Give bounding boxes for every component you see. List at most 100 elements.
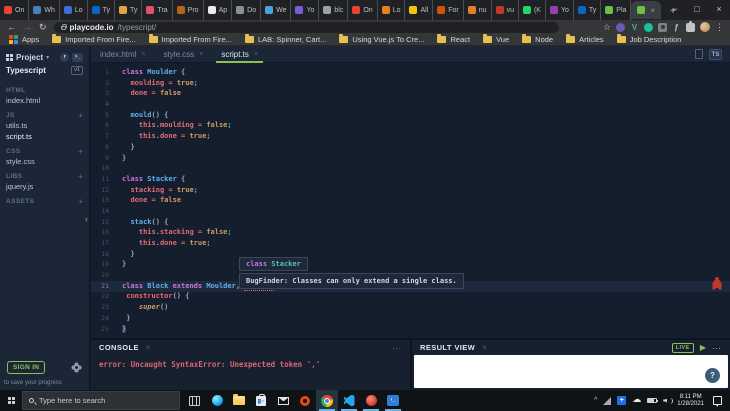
- file-item[interactable]: script.ts: [0, 130, 89, 141]
- console-menu-icon[interactable]: ⋯: [392, 343, 402, 352]
- bookmark-item[interactable]: Apps: [9, 35, 39, 44]
- taskbar-app-store[interactable]: [250, 390, 272, 411]
- bookmark-item[interactable]: LAB: Spinner, Cart...: [244, 34, 326, 44]
- taskbar-app-vscode[interactable]: [338, 390, 360, 411]
- vue-devtools-icon[interactable]: V: [630, 23, 639, 32]
- taskbar-search[interactable]: Type here to search: [22, 391, 180, 410]
- browser-tab[interactable]: blc: [319, 0, 349, 20]
- taskbar-app-explorer[interactable]: [228, 390, 250, 411]
- browser-menu-icon[interactable]: ⋮: [715, 22, 724, 33]
- browser-tab[interactable]: On: [348, 0, 378, 20]
- minimize-button[interactable]: −: [664, 0, 686, 20]
- network-icon[interactable]: [603, 396, 612, 405]
- file-item[interactable]: index.html: [0, 94, 89, 105]
- taskbar-app-office[interactable]: [294, 390, 316, 411]
- bugfinder-bug-icon[interactable]: [713, 277, 721, 288]
- editor-tab[interactable]: script.ts ×: [212, 46, 267, 63]
- onedrive-cloud-icon[interactable]: ☁: [632, 396, 641, 405]
- browser-tab[interactable]: Do: [232, 0, 262, 20]
- browser-tab[interactable]: Yo: [291, 0, 320, 20]
- version-badge[interactable]: v1: [71, 66, 83, 75]
- close-button[interactable]: ×: [708, 0, 730, 20]
- function-icon[interactable]: ƒ: [672, 23, 681, 32]
- bookmark-item[interactable]: Articles: [566, 34, 604, 44]
- live-badge[interactable]: LIVE: [671, 342, 694, 353]
- file-item[interactable]: style.css: [0, 155, 89, 166]
- taskbar-app-red-app[interactable]: [360, 390, 382, 411]
- browser-tab[interactable]: Ty: [88, 0, 116, 20]
- secure-lock-icon[interactable]: [60, 24, 67, 30]
- browser-tab[interactable]: Ty: [115, 0, 143, 20]
- help-button[interactable]: ?: [705, 368, 720, 383]
- browser-tab[interactable]: Pla: [601, 0, 632, 20]
- extensions-puzzle-icon[interactable]: [686, 20, 695, 32]
- browser-tab[interactable]: On: [0, 0, 30, 20]
- grammarly-icon[interactable]: [644, 22, 653, 32]
- screenshot-camera-icon[interactable]: [658, 22, 667, 32]
- browser-tab-active[interactable]: ×: [631, 1, 662, 19]
- browser-tab[interactable]: Ty: [574, 0, 602, 20]
- bookmark-star-icon[interactable]: ☆: [603, 22, 611, 32]
- task-view-icon[interactable]: [189, 395, 200, 406]
- bookmark-item[interactable]: Job Description: [616, 34, 681, 44]
- bookmark-item[interactable]: Imported From Fire...: [52, 34, 136, 44]
- tab-close-icon[interactable]: ×: [650, 6, 655, 15]
- editor-tab[interactable]: style.css ×: [155, 46, 213, 63]
- volume-icon[interactable]: [663, 397, 674, 405]
- add-file-icon[interactable]: +: [78, 148, 83, 156]
- browser-tab[interactable]: Lo: [60, 0, 88, 20]
- battery-icon[interactable]: [647, 398, 659, 403]
- action-center-icon[interactable]: [713, 396, 722, 407]
- editor-tab-close-icon[interactable]: ×: [141, 51, 145, 58]
- editor-tab-close-icon[interactable]: ×: [254, 51, 258, 58]
- browser-tab[interactable]: vu: [492, 0, 519, 20]
- start-button[interactable]: [0, 390, 22, 411]
- browser-tab[interactable]: Wh: [29, 0, 60, 20]
- terminal-icon[interactable]: >_: [72, 53, 83, 62]
- hidden-icons-chevron[interactable]: ^: [594, 397, 597, 404]
- editor-tab[interactable]: index.html ×: [91, 46, 155, 63]
- browser-tab[interactable]: Tra: [142, 0, 173, 20]
- taskbar-app-chrome[interactable]: [316, 390, 338, 411]
- project-name[interactable]: Typescript: [6, 66, 46, 75]
- result-iframe[interactable]: ?: [414, 355, 728, 388]
- sign-in-button[interactable]: SIGN IN: [7, 361, 46, 374]
- reload-icon[interactable]: ↻: [39, 22, 47, 33]
- browser-tab[interactable]: nu: [464, 0, 492, 20]
- browser-tab[interactable]: Pro: [173, 0, 204, 20]
- taskbar-app-powershell[interactable]: ›_: [382, 390, 404, 411]
- run-play-icon[interactable]: ▶: [700, 343, 706, 352]
- bookmark-item[interactable]: Using Vue.js To Cre...: [339, 34, 424, 44]
- add-file-icon[interactable]: +: [78, 198, 83, 206]
- prettify-file-icon[interactable]: [695, 49, 703, 59]
- taskbar-app-edge[interactable]: [206, 390, 228, 411]
- browser-tab[interactable]: For: [433, 0, 464, 20]
- browser-tab[interactable]: (K: [519, 0, 546, 20]
- taskbar-clock[interactable]: 8:11 PM 1/28/2021: [677, 394, 704, 408]
- settings-gear-icon[interactable]: [73, 364, 80, 371]
- result-close-icon[interactable]: ×: [482, 343, 487, 352]
- profile-avatar[interactable]: [700, 22, 710, 32]
- back-icon[interactable]: ←: [7, 22, 16, 32]
- browser-tab[interactable]: We: [261, 0, 292, 20]
- browser-tab[interactable]: Yo: [546, 0, 574, 20]
- browser-tab[interactable]: Lo: [378, 0, 406, 20]
- ime-icon[interactable]: +: [617, 396, 627, 405]
- playcode-logo-icon[interactable]: [6, 54, 13, 61]
- project-menu[interactable]: Project: [16, 53, 43, 62]
- deploy-icon[interactable]: [60, 53, 69, 62]
- forward-icon[interactable]: →: [23, 22, 32, 32]
- file-item[interactable]: jquery.js: [0, 180, 89, 191]
- address-bar[interactable]: playcode.io/typescript/: [53, 21, 559, 33]
- add-file-icon[interactable]: +: [78, 112, 83, 120]
- vimium-icon[interactable]: [616, 22, 625, 32]
- bookmark-item[interactable]: Vue: [483, 34, 509, 44]
- browser-tab[interactable]: All: [405, 0, 434, 20]
- typescript-badge-icon[interactable]: TS: [709, 48, 722, 60]
- taskbar-app-mail[interactable]: [272, 390, 294, 411]
- file-item[interactable]: utils.ts: [0, 119, 89, 130]
- bookmark-item[interactable]: React: [437, 34, 470, 44]
- collapse-sidebar-icon[interactable]: ‹: [85, 214, 88, 224]
- bookmark-item[interactable]: Imported From Fire...: [148, 34, 232, 44]
- browser-tab[interactable]: Ap: [204, 0, 233, 20]
